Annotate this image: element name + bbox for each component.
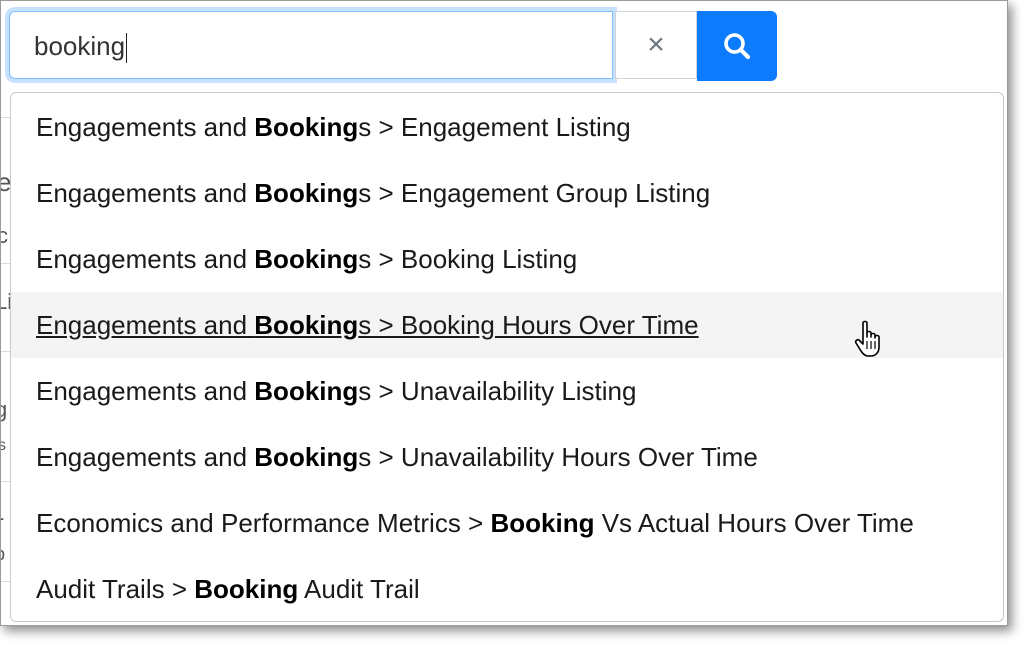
- background-text-fragment: g: [1, 397, 7, 423]
- suggestion-text: Economics and Performance Metrics >: [36, 508, 491, 538]
- text-caret: [126, 33, 128, 64]
- suggestion-text: Audit Trails >: [36, 574, 195, 604]
- background-text-fragment: b: [1, 541, 5, 567]
- suggestion-match: Booking: [254, 112, 359, 142]
- suggestion-match: Booking: [254, 442, 359, 472]
- suggestion-item[interactable]: Audit Trails > Booking Audit Trail: [11, 556, 1003, 622]
- suggestion-item[interactable]: Engagements and Bookings > Booking Listi…: [11, 226, 1003, 292]
- background-text-fragment: -: [1, 505, 4, 531]
- background-text-fragment: c: [1, 223, 8, 249]
- search-icon: [724, 33, 751, 60]
- suggestion-text: Engagements and: [36, 244, 255, 274]
- suggestion-item[interactable]: Engagements and Bookings > Engagement Li…: [11, 94, 1003, 160]
- search-input-value: booking: [34, 31, 126, 61]
- suggestion-item[interactable]: Engagements and Bookings > Unavailabilit…: [11, 358, 1003, 424]
- search-input[interactable]: booking: [9, 11, 613, 79]
- app-window: e c Li g s - b booking × Engagements and…: [0, 0, 1008, 626]
- suggestion-item[interactable]: Engagements and Bookings > Unavailabilit…: [11, 424, 1003, 490]
- suggestion-item[interactable]: Engagements and Bookings > Engagement Gr…: [11, 160, 1003, 226]
- suggestion-text: Vs Actual Hours Over Time: [594, 508, 914, 538]
- suggestion-text: Engagements and: [36, 376, 255, 406]
- suggestion-text: s > Booking Listing: [358, 244, 578, 274]
- suggestion-text: s > Engagement Group Listing: [358, 178, 711, 208]
- suggestion-text: Engagements and: [36, 178, 255, 208]
- clear-search-button[interactable]: ×: [615, 11, 697, 79]
- pointer-hand-cursor-icon: [854, 320, 880, 357]
- suggestion-text: s > Unavailability Listing: [358, 376, 637, 406]
- suggestion-match: Booking: [254, 178, 359, 208]
- suggestion-match: Booking: [490, 508, 595, 538]
- suggestion-text: Engagements and: [36, 112, 255, 142]
- suggestion-text: s > Engagement Listing: [358, 112, 631, 142]
- suggestion-text: Audit Trail: [298, 574, 420, 604]
- suggestion-item[interactable]: Economics and Performance Metrics > Book…: [11, 490, 1003, 556]
- suggestion-match: Booking: [254, 310, 359, 340]
- suggestion-text: s > Booking Hours Over Time: [358, 310, 699, 340]
- suggestion-match: Booking: [254, 376, 359, 406]
- search-button[interactable]: [697, 11, 777, 81]
- suggestion-text: Engagements and: [36, 310, 255, 340]
- suggestion-match: Booking: [254, 244, 359, 274]
- search-bar: booking ×: [9, 11, 777, 81]
- close-icon: ×: [647, 28, 665, 61]
- suggestion-match: Booking: [194, 574, 299, 604]
- suggestion-text: Engagements and: [36, 442, 255, 472]
- suggestion-text: s > Unavailability Hours Over Time: [358, 442, 758, 472]
- background-text-fragment: s: [1, 433, 6, 459]
